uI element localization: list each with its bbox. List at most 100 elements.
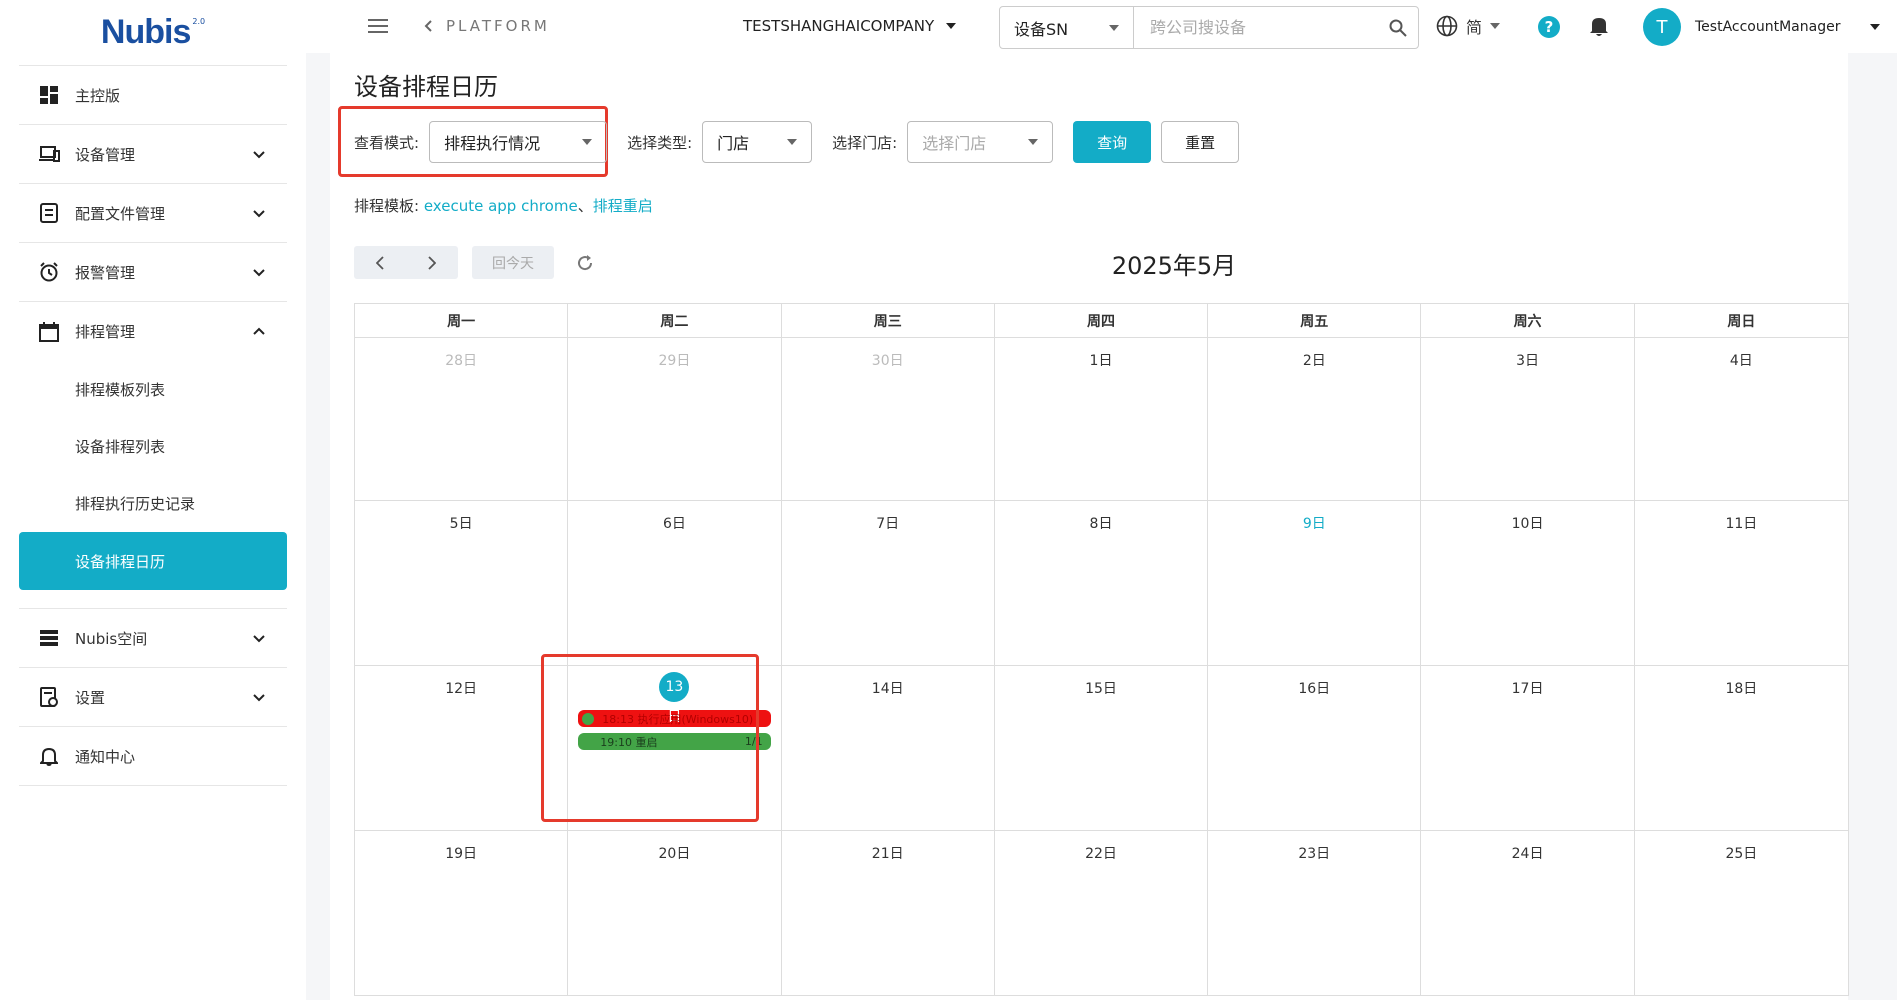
calendar-day[interactable]: 14日 [782,666,995,830]
calendar-day[interactable]: 7日 [782,501,995,665]
day-number: 1日 [1089,353,1113,369]
refresh-icon[interactable] [568,246,601,279]
calendar-day[interactable]: 4日 [1635,338,1848,500]
query-button[interactable]: 查询 [1073,121,1152,163]
main-content: 设备排程日历 查看模式: 排程执行情况 选择类型: 门店 选择门店: 选择门店 … [330,53,1849,1000]
company-name: TESTSHANGHAICOMPANY [743,17,935,35]
calendar-day[interactable]: 11日 [1635,501,1848,665]
next-month-button[interactable] [406,246,458,279]
sidebar-subitem-calendar[interactable]: 设备排程日历 [19,532,287,590]
help-icon[interactable]: ? [1538,16,1560,38]
today-button[interactable]: 回今天 [472,246,554,279]
search-icon[interactable] [1378,7,1418,48]
device-search: 设备SN [999,6,1419,49]
sidebar-item-label: 报警管理 [75,263,136,282]
sidebar-subitem-device-schedule-list[interactable]: 设备排程列表 [19,418,287,475]
day-number: 20日 [658,846,691,862]
calendar-day[interactable]: 3日 [1421,338,1635,500]
top-header: PLATFORM TESTSHANGHAICOMPANY 设备SN 简 ? T … [306,0,1897,53]
day-number: 23日 [1298,846,1331,862]
calendar-day[interactable]: 21日 [782,831,995,995]
template-link-chrome[interactable]: execute app chrome [424,197,578,215]
sidebar-item-label: 设置 [75,688,106,707]
day-number: 18日 [1725,681,1758,697]
calendar-day[interactable]: 2日 [1208,338,1422,500]
weekday-tue: 周二 [568,304,782,337]
weekday-sat: 周六 [1421,304,1635,337]
calendar-day[interactable]: 15日 [995,666,1209,830]
search-type-select[interactable]: 设备SN [1000,7,1134,48]
notification-bell-icon[interactable] [1588,14,1610,38]
calendar-day[interactable]: 25日 [1635,831,1848,995]
calendar-day-today[interactable]: 9日 [1208,501,1422,665]
caret-down-icon [946,23,957,29]
day-number: 25日 [1725,846,1758,862]
calendar-day[interactable]: 16日 [1208,666,1422,830]
prev-month-button[interactable] [354,246,406,279]
calendar-day[interactable]: 12日 [355,666,569,830]
platform-back-link[interactable]: PLATFORM [424,17,550,35]
user-menu[interactable]: T TestAccountManager [1643,8,1881,46]
calendar-day[interactable]: 24日 [1421,831,1635,995]
chevron-down-icon [253,269,265,277]
sidebar-item-notifications[interactable]: 通知中心 [19,727,287,786]
calendar-day[interactable]: 1日 [995,338,1209,500]
sidebar-item-settings[interactable]: 设置 [19,668,287,727]
view-mode-select[interactable]: 排程执行情况 [429,121,608,163]
sidebar-item-space[interactable]: Nubis空间 [19,609,287,668]
sidebar-item-schedule[interactable]: 排程管理 [19,302,287,361]
bell-icon [38,745,60,767]
calendar-day[interactable]: 8日 [995,501,1209,665]
day-number: 10日 [1511,516,1544,532]
sidebar-subitem-history[interactable]: 排程执行历史记录 [19,475,287,532]
day-number: 19日 [445,846,478,862]
calendar-day[interactable]: 18日 [1635,666,1848,830]
calendar-day[interactable]: 28日 [355,338,569,500]
weekday-fri: 周五 [1208,304,1422,337]
calendar-day[interactable]: 19日 [355,831,569,995]
sidebar-item-alarm[interactable]: 报警管理 [19,243,287,302]
caret-down-icon [1109,24,1119,31]
calendar-week: 5日 6日 7日 8日 9日 10日 11日 [355,501,1848,666]
sidebar-item-devices[interactable]: 设备管理 [19,125,287,184]
day-number: 9日 [1302,516,1326,532]
sidebar-item-label: 主控版 [75,86,121,105]
day-number: 5日 [449,516,473,532]
calendar-day[interactable]: 29日 [568,338,782,500]
calendar-day[interactable]: 6日 [568,501,782,665]
store-label: 选择门店: [832,133,898,152]
sidebar-item-dashboard[interactable]: 主控版 [19,66,287,125]
logo: Nubis 2.0 [19,0,287,66]
store-select[interactable]: 选择门店 [907,121,1054,163]
day-number: 29日 [658,353,691,369]
calendar-day[interactable]: 17日 [1421,666,1635,830]
company-selector[interactable]: TESTSHANGHAICOMPANY [743,17,957,35]
day-number: 12日 [445,681,478,697]
calendar-day[interactable]: 20日 [568,831,782,995]
sidebar-subitem-template-list[interactable]: 排程模板列表 [19,361,287,418]
sidebar-menu: 主控版 设备管理 配置文件管理 报警管理 排程管理 排程模板列表 设备排程列表 … [19,66,287,786]
sidebar-item-label: 通知中心 [75,747,136,766]
logo-version: 2.0 [192,17,206,26]
calendar-day[interactable]: 23日 [1208,831,1422,995]
calendar-day[interactable]: 10日 [1421,501,1635,665]
calendar-day[interactable]: 22日 [995,831,1209,995]
chevron-down-icon [253,210,265,218]
reset-button[interactable]: 重置 [1161,121,1240,163]
language-value: 简 [1466,18,1483,37]
day-number: 21日 [871,846,904,862]
calendar-day[interactable]: 5日 [355,501,569,665]
dashboard-icon [38,84,60,106]
template-link-restart[interactable]: 排程重启 [593,197,653,215]
filter-bar: 查看模式: 排程执行情况 选择类型: 门店 选择门店: 选择门店 查询 重置 [354,121,1240,163]
hamburger-menu-icon[interactable] [368,18,388,34]
type-select[interactable]: 门店 [702,121,813,163]
calendar-day[interactable]: 30日 [782,338,995,500]
sidebar-item-config[interactable]: 配置文件管理 [19,184,287,243]
search-input[interactable] [1134,7,1378,48]
calendar-grid: 周一 周二 周三 周四 周五 周六 周日 28日 29日 30日 1日 2日 3… [354,303,1849,996]
language-selector[interactable]: 简 [1436,14,1501,38]
weekday-header: 周一 周二 周三 周四 周五 周六 周日 [355,304,1848,338]
sidebar-item-label: 配置文件管理 [75,204,166,223]
day-number: 16日 [1298,681,1331,697]
